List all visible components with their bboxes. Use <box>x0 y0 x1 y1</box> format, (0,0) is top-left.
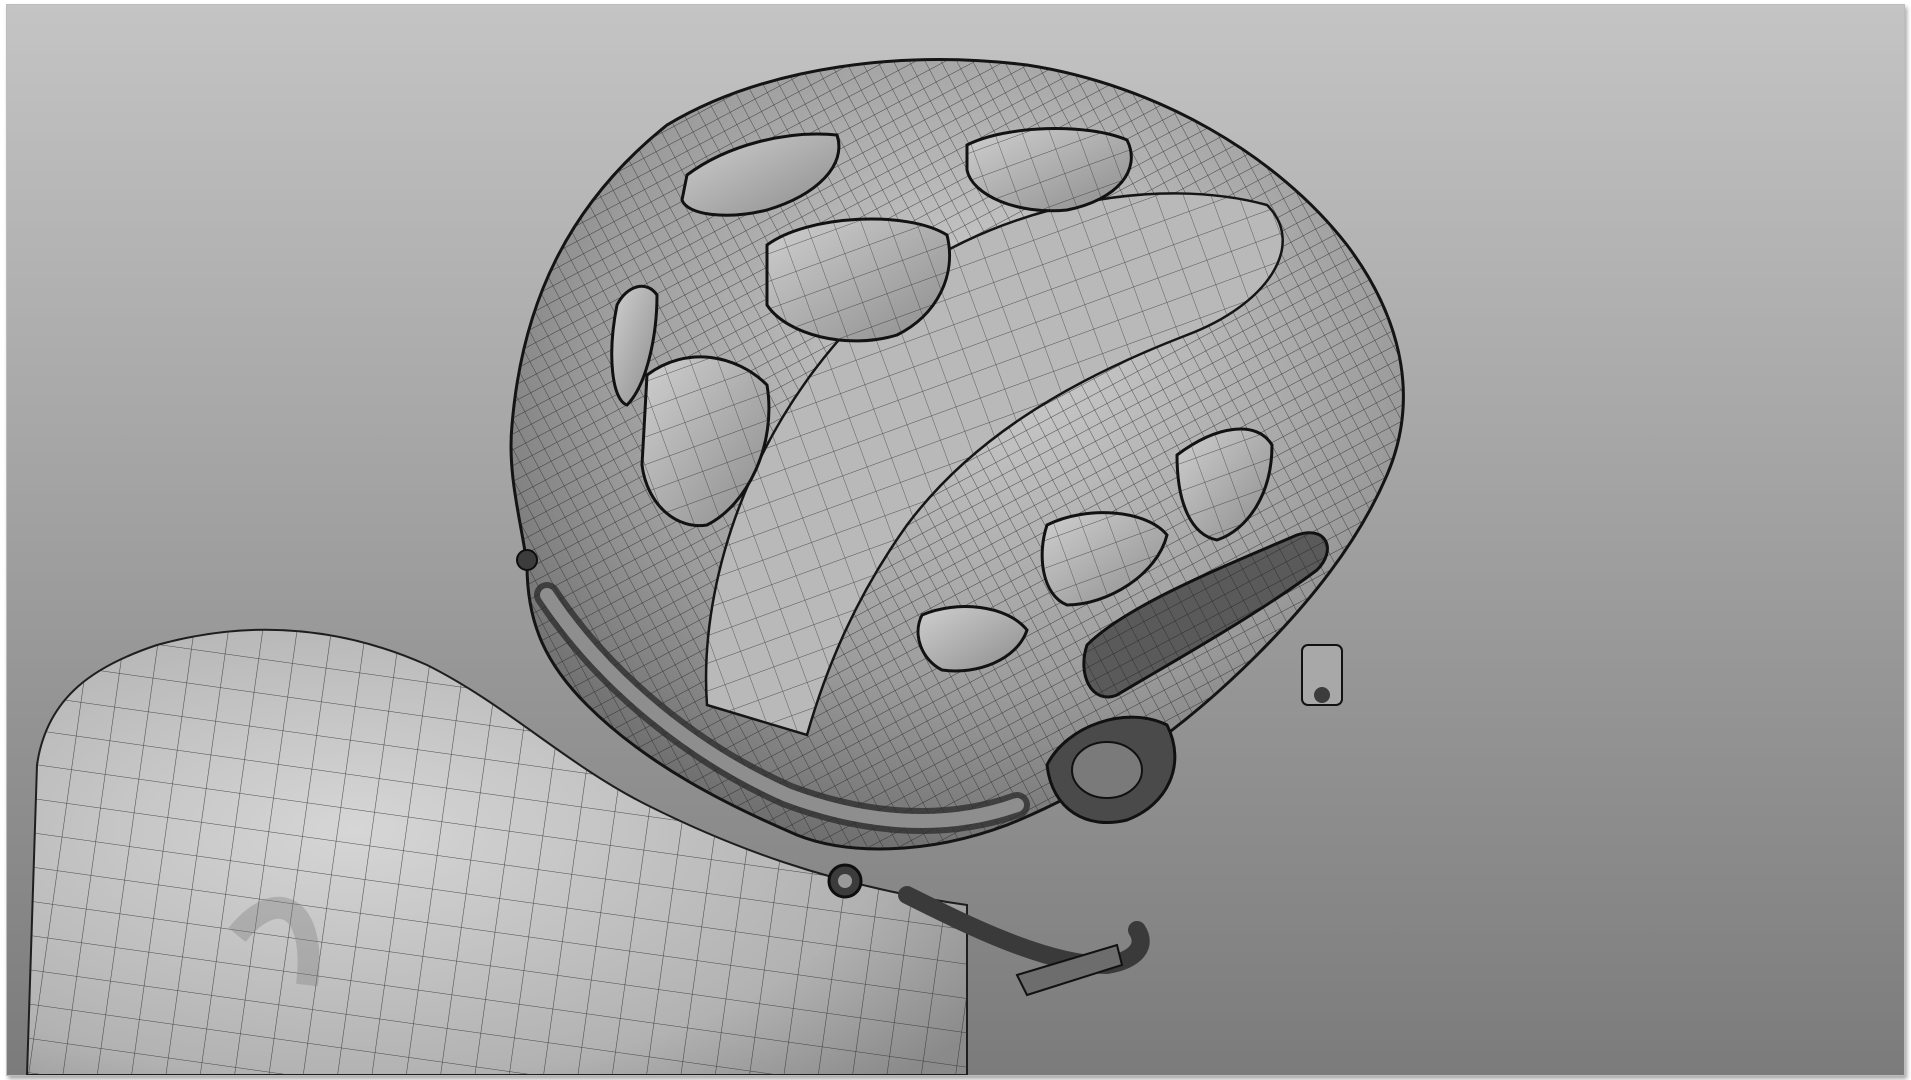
scene-render[interactable] <box>7 5 1904 1075</box>
3d-viewport[interactable] <box>6 4 1905 1076</box>
